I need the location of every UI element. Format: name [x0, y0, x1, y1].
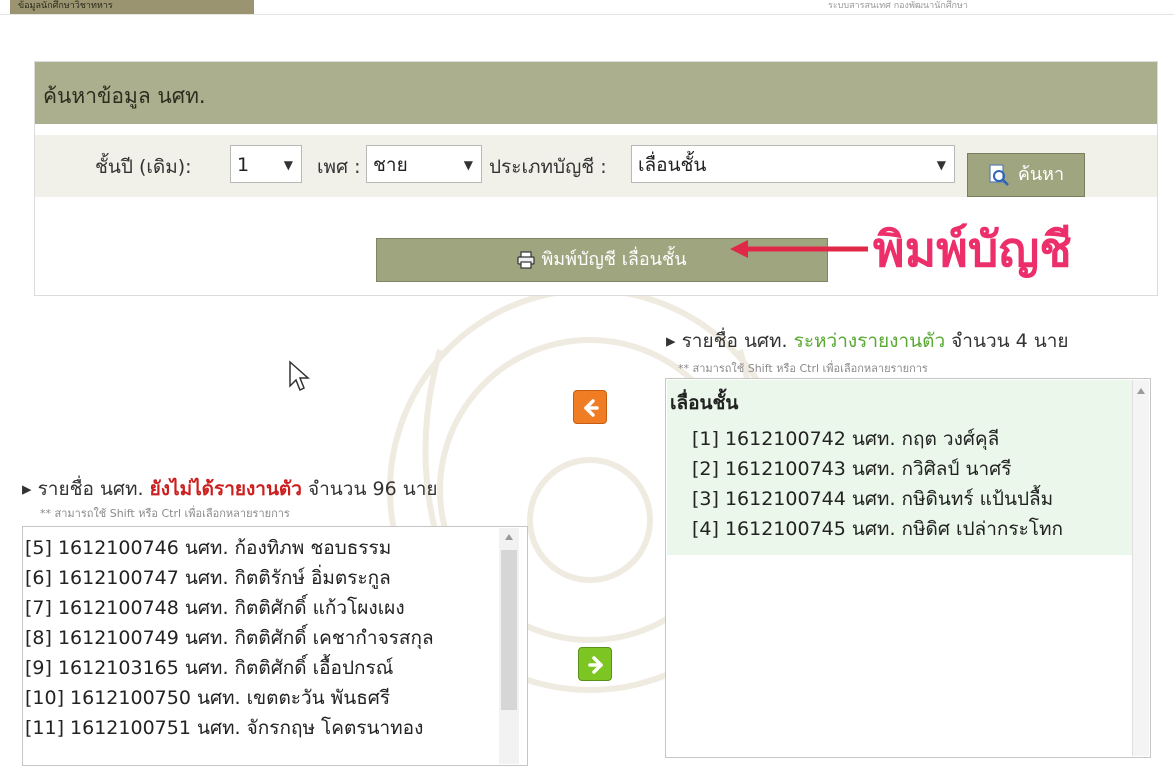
- right-list-scrollbar[interactable]: [1132, 380, 1149, 756]
- right-panel-status: ระหว่างรายงานตัว: [793, 330, 946, 352]
- list-item[interactable]: [7] 1612100748 นศท. กิตติศักดิ์ แก้วโผงเ…: [25, 593, 405, 623]
- annotation-arrow: [730, 240, 868, 258]
- arrow-right-icon: [588, 656, 603, 674]
- annotation-label: พิมพ์บัญชี: [872, 221, 1073, 279]
- printer-icon: [517, 251, 536, 269]
- search-title: ค้นหาข้อมูล นศท.: [43, 84, 206, 108]
- top-bar: ข้อมูลนักศึกษาวิชาทหาร ระบบสารสนเทศ กองพ…: [0, 0, 1174, 15]
- move-right-button[interactable]: [578, 647, 612, 681]
- filter-row: ชั้นปี (เดิม): 1 ▼ เพศ : ชาย ▼ ประเภทบัญชี…: [35, 135, 1157, 197]
- search-header: ค้นหาข้อมูล นศท.: [35, 62, 1157, 124]
- right-panel-prefix: รายชื่อ นศท.: [681, 330, 788, 352]
- list-item[interactable]: [1] 1612100742 นศท. กฤต วงศ์คุลี: [692, 424, 999, 454]
- type-label: ประเภทบัญชี :: [489, 156, 607, 178]
- scroll-up-icon[interactable]: [1137, 388, 1145, 394]
- arrow-left-icon: [584, 399, 599, 417]
- scroll-up-icon[interactable]: [505, 534, 513, 540]
- list-item[interactable]: [2] 1612100743 นศท. กวิศิลป์ นาศรี: [692, 454, 1011, 484]
- year-select[interactable]: 1 ▼: [230, 145, 302, 183]
- list-item[interactable]: [5] 1612100746 นศท. ก้องทิภพ ชอบธรรม: [25, 533, 391, 563]
- gender-select[interactable]: ชาย ▼: [366, 145, 482, 183]
- list-item[interactable]: [11] 1612100751 นศท. จักรกฤษ โคตรนาทอง: [25, 713, 423, 743]
- move-left-button[interactable]: [573, 390, 607, 424]
- left-list-scrollbar[interactable]: [499, 528, 519, 764]
- left-panel-count: จำนวน 96 นาย: [308, 478, 438, 500]
- list-group-label: เลื่อนชั้น: [670, 392, 739, 414]
- year-label: ชั้นปี (เดิม):: [95, 156, 192, 178]
- mouse-cursor-icon: [288, 360, 310, 396]
- list-item[interactable]: [8] 1612100749 นศท. กิตติศักดิ์ เคชากำจร…: [25, 623, 434, 653]
- left-panel-header: ▸ รายชื่อ นศท. ยังไม่ได้รายงานตัว จำนวน …: [22, 474, 438, 504]
- scroll-thumb[interactable]: [501, 550, 517, 710]
- right-panel-count: จำนวน 4 นาย: [951, 330, 1069, 352]
- top-right-text: ระบบสารสนเทศ กองพัฒนานักศึกษา: [828, 1, 968, 11]
- chevron-down-icon: ▼: [283, 158, 293, 172]
- left-panel-status: ยังไม่ได้รายงานตัว: [149, 478, 302, 500]
- list-item[interactable]: [4] 1612100745 นศท. กษิดิศ เปล่ากระโทก: [692, 514, 1063, 544]
- magnifier-icon: [989, 164, 1009, 186]
- chevron-down-icon: ▼: [936, 158, 946, 172]
- list-item[interactable]: [6] 1612100747 นศท. กิตติรักษ์ อิ่มตระกู…: [25, 563, 391, 593]
- search-button[interactable]: ค้นหา: [967, 153, 1085, 197]
- type-select[interactable]: เลื่อนชั้น ▼: [631, 145, 955, 183]
- bullet-icon: ▸: [666, 330, 676, 352]
- active-tab[interactable]: ข้อมูลนักศึกษาวิชาทหาร: [10, 0, 254, 14]
- left-panel-hint: ** สามารถใช้ Shift หรือ Ctrl เพื่อเลือกห…: [40, 507, 290, 520]
- bullet-icon: ▸: [22, 478, 32, 500]
- left-panel-prefix: รายชื่อ นศท.: [37, 478, 144, 500]
- chevron-down-icon: ▼: [463, 158, 473, 172]
- list-item[interactable]: [9] 1612103165 นศท. กิตติศักดิ์ เอื้อปกร…: [25, 653, 393, 683]
- gender-label: เพศ :: [317, 156, 361, 178]
- reported-list[interactable]: เลื่อนชั้น [1] 1612100742 นศท. กฤต วงศ์ค…: [665, 378, 1151, 758]
- not-reported-list[interactable]: [5] 1612100746 นศท. ก้องทิภพ ชอบธรรม [6]…: [22, 526, 528, 766]
- right-panel-hint: ** สามารถใช้ Shift หรือ Ctrl เพื่อเลือกห…: [678, 362, 928, 375]
- list-item[interactable]: [3] 1612100744 นศท. กษิดินทร์ แป้นปลื้ม: [692, 484, 1053, 514]
- right-panel-header: ▸ รายชื่อ นศท. ระหว่างรายงานตัว จำนวน 4 …: [666, 326, 1069, 356]
- list-item[interactable]: [10] 1612100750 นศท. เขตตะวัน พันธศรี: [25, 683, 390, 713]
